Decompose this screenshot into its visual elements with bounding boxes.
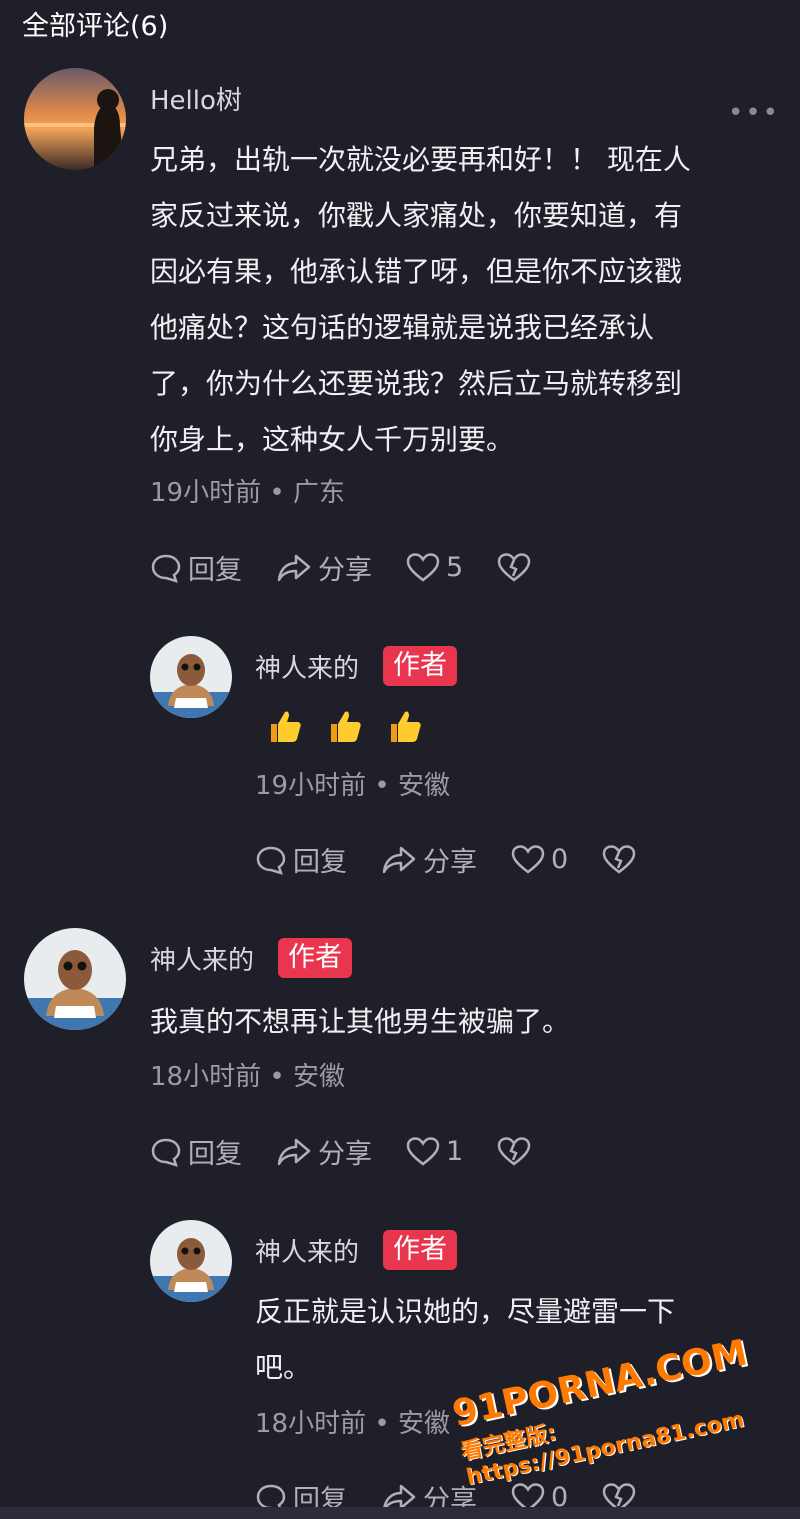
comment-icon bbox=[256, 846, 286, 875]
author-badge: 作者 bbox=[278, 938, 353, 978]
share-icon bbox=[277, 554, 311, 581]
comment-username[interactable]: 神人来的 作者 bbox=[150, 938, 353, 978]
thumbs-up-emoji bbox=[385, 706, 425, 746]
sunset-avatar-image bbox=[24, 68, 126, 170]
avatar[interactable] bbox=[150, 1220, 232, 1302]
comment-time-location: 19小时前 • 安徽 bbox=[255, 771, 450, 801]
comments-screen: 全部评论(6) Hello树 ••• 兄弟，出轨一次就没必要再和好！！ 现在人 … bbox=[0, 0, 800, 1519]
username-text[interactable]: 神人来的 bbox=[255, 1232, 359, 1269]
share-label: 分享 bbox=[318, 555, 372, 586]
like-button[interactable]: 5 bbox=[406, 552, 463, 584]
comment-username[interactable]: 神人来的 作者 bbox=[255, 646, 458, 686]
share-label: 分享 bbox=[423, 847, 477, 878]
author-avatar-image bbox=[150, 1220, 232, 1302]
share-button[interactable]: 分享 bbox=[276, 1132, 372, 1171]
comment-time-location: 18小时前 • 安徽 bbox=[150, 1062, 345, 1092]
comment-time-location: 18小时前 • 安徽 bbox=[255, 1409, 450, 1439]
comment-text: 我真的不想再让其他男生被骗了。 bbox=[150, 1005, 571, 1038]
avatar[interactable] bbox=[150, 636, 232, 718]
heart-icon bbox=[406, 552, 440, 582]
avatar[interactable] bbox=[24, 928, 126, 1030]
bottom-bar bbox=[0, 1507, 800, 1519]
comment-icon bbox=[151, 1138, 181, 1167]
author-avatar-image bbox=[150, 636, 232, 718]
like-button[interactable]: 1 bbox=[406, 1136, 463, 1168]
broken-heart-icon bbox=[497, 552, 531, 582]
dislike-button[interactable] bbox=[497, 552, 537, 584]
reply-button[interactable]: 回复 bbox=[150, 1132, 242, 1171]
username-text[interactable]: 神人来的 bbox=[150, 940, 254, 977]
comments-header: 全部评论(6) bbox=[22, 11, 169, 42]
share-icon bbox=[277, 1138, 311, 1165]
broken-heart-icon bbox=[602, 844, 636, 874]
more-options-icon[interactable]: ••• bbox=[728, 98, 780, 128]
comment-actions: 回复 分享 0 bbox=[255, 840, 676, 879]
heart-icon bbox=[511, 844, 545, 874]
reply-button[interactable]: 回复 bbox=[255, 840, 347, 879]
comment-icon bbox=[151, 554, 181, 583]
thumbs-up-emoji bbox=[325, 706, 365, 746]
reply-label: 回复 bbox=[188, 555, 242, 586]
author-avatar-image bbox=[24, 928, 126, 1030]
comment-username[interactable]: Hello树 bbox=[150, 80, 242, 117]
like-button[interactable]: 0 bbox=[511, 844, 568, 876]
share-button[interactable]: 分享 bbox=[276, 548, 372, 587]
thumbs-up-emoji bbox=[265, 706, 305, 746]
heart-icon bbox=[406, 1136, 440, 1166]
author-badge: 作者 bbox=[383, 646, 458, 686]
username-text[interactable]: Hello树 bbox=[150, 80, 242, 117]
comment-text: 兄弟，出轨一次就没必要再和好！！ 现在人 家反过来说，你戳人家痛处，你要知道，有… bbox=[150, 143, 691, 456]
dislike-button[interactable] bbox=[602, 844, 642, 876]
share-icon bbox=[382, 846, 416, 873]
dislike-button[interactable] bbox=[497, 1136, 537, 1168]
comment-actions: 回复 分享 1 bbox=[150, 1132, 571, 1171]
emoji-row bbox=[265, 706, 445, 746]
author-badge: 作者 bbox=[383, 1230, 458, 1270]
share-label: 分享 bbox=[318, 1139, 372, 1170]
like-count: 0 bbox=[551, 844, 569, 875]
comment-actions: 回复 分享 5 bbox=[150, 548, 571, 587]
share-button[interactable]: 分享 bbox=[381, 840, 477, 879]
comment-username[interactable]: 神人来的 作者 bbox=[255, 1230, 458, 1270]
reply-button[interactable]: 回复 bbox=[150, 548, 242, 587]
like-count: 5 bbox=[446, 552, 464, 583]
broken-heart-icon bbox=[497, 1136, 531, 1166]
reply-label: 回复 bbox=[188, 1139, 242, 1170]
avatar[interactable] bbox=[24, 68, 126, 170]
username-text[interactable]: 神人来的 bbox=[255, 648, 359, 685]
comment-time-location: 19小时前 • 广东 bbox=[150, 478, 345, 508]
like-count: 1 bbox=[446, 1136, 464, 1167]
reply-label: 回复 bbox=[293, 847, 347, 878]
